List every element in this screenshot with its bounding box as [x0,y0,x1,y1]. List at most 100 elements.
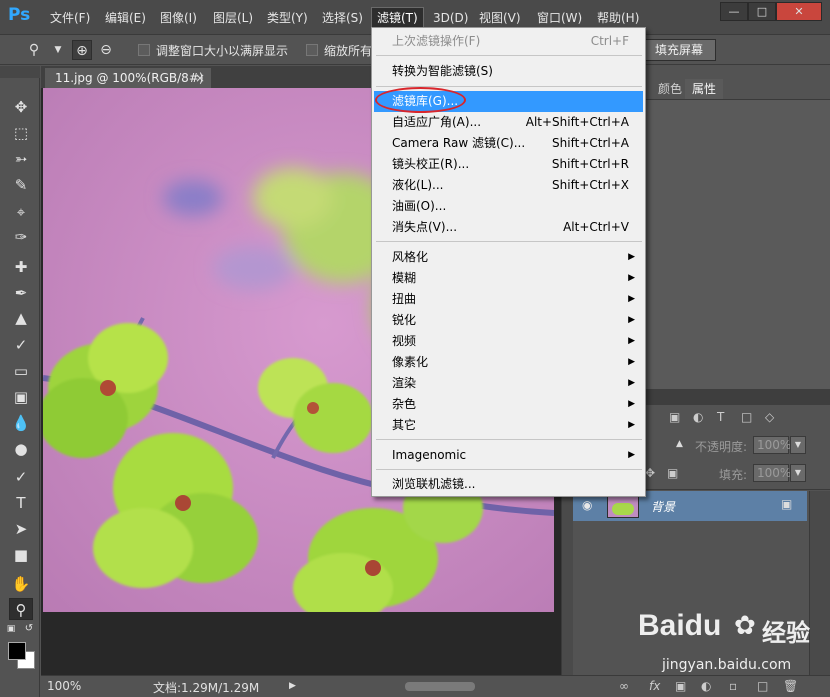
pen-tool-icon[interactable]: ✓ [9,466,33,488]
dodge-tool-icon[interactable]: ● [9,438,33,460]
layer-name[interactable]: 背景 [651,498,675,515]
path-select-tool-icon[interactable]: ➤ [9,518,33,540]
type-filter-icon[interactable]: T [717,410,724,424]
menu-item-adaptive-wide-angle[interactable]: 自适应广角(A)... Alt+Shift+Ctrl+A [374,112,643,133]
menu-3d[interactable]: 3D(D) [428,8,473,28]
lasso-tool-icon[interactable]: ➳ [9,148,33,170]
eyedropper-tool-icon[interactable]: ✑ [9,226,33,248]
tab-properties[interactable]: 属性 [685,79,724,99]
menu-item-pixelate[interactable]: 像素化 ▶ [374,352,643,373]
toolbox: ✥ ⬚ ➳ ✎ ⌖ ✑ ✚ ✒ ▲ ✓ ▭ ▣ 💧 ● ✓ T ➤ ■ ✋ ⚲ … [0,66,40,697]
clone-stamp-tool-icon[interactable]: ▲ [9,307,33,329]
menu-item-imagenomic[interactable]: Imagenomic ▶ [374,445,643,466]
image-filter-icon[interactable]: ▣ [669,410,680,424]
toolbox-handle[interactable] [0,66,40,78]
menu-type[interactable]: 类型(Y) [262,8,313,28]
lock-icon: ▣ [781,497,793,511]
baidu-jingyan-watermark: Baidu ✿ 经验 jingyan.baidu.com [610,605,825,691]
eraser-tool-icon[interactable]: ▭ [9,360,33,382]
menu-window[interactable]: 窗口(W) [532,8,587,28]
foreground-color-swatch[interactable] [8,642,26,660]
quick-select-tool-icon[interactable]: ✎ [9,174,33,196]
fill-input[interactable]: 100% [753,464,791,482]
minimize-button[interactable]: — [720,2,748,21]
smart-object-filter-icon[interactable]: ◇ [765,410,774,424]
maximize-button[interactable]: □ [748,2,776,21]
submenu-arrow-icon: ▶ [628,420,635,430]
tab-color[interactable]: 颜色 [651,79,689,99]
menu-image[interactable]: 图像(I) [155,8,202,28]
submenu-arrow-icon: ▶ [628,378,635,388]
brush-tool-icon[interactable]: ✒ [9,282,33,304]
close-button[interactable]: ✕ [776,2,822,21]
gradient-tool-icon[interactable]: ▣ [9,386,33,408]
healing-brush-tool-icon[interactable]: ✚ [9,256,33,278]
menu-filter[interactable]: 滤镜(T) [371,7,424,27]
menu-item-video[interactable]: 视频 ▶ [374,331,643,352]
menu-item-noise[interactable]: 杂色 ▶ [374,394,643,415]
crop-tool-icon[interactable]: ⌖ [9,201,33,223]
fill-screen-button[interactable]: 填充屏幕 [642,39,716,61]
zoom-out-icon[interactable]: ⊖ [96,40,116,60]
eye-visibility-icon[interactable]: ◉ [582,498,592,512]
shape-tool-icon[interactable]: ■ [9,544,33,566]
blur-tool-icon[interactable]: 💧 [9,412,33,434]
status-bar: 100% 文档:1.29M/1.29M ▶ [41,675,573,697]
menu-item-oil-paint[interactable]: 油画(O)... [374,196,643,217]
blend-mode-chevron-icon[interactable]: ▲ [676,439,683,449]
document-tab-title: 11.jpg @ 100%(RGB/8#) [55,71,204,85]
menu-select[interactable]: 选择(S) [317,8,368,28]
hand-tool-icon[interactable]: ✋ [9,573,33,595]
zoom-tool-icon[interactable]: ⚲ [9,598,33,620]
opacity-dropdown-icon[interactable]: ▼ [790,436,806,454]
menu-item-blur[interactable]: 模糊 ▶ [374,268,643,289]
menu-item-stylize[interactable]: 风格化 ▶ [374,247,643,268]
marquee-tool-icon[interactable]: ⬚ [9,122,33,144]
menu-item-camera-raw[interactable]: Camera Raw 滤镜(C)... Shift+Ctrl+A [374,133,643,154]
adjustment-filter-icon[interactable]: ◐ [693,410,703,424]
menu-item-filter-gallery[interactable]: 滤镜库(G)... [374,91,643,112]
menu-edit[interactable]: 编辑(E) [100,8,151,28]
opacity-input[interactable]: 100% [753,436,791,454]
menu-layer[interactable]: 图层(L) [208,8,258,28]
opacity-label: 不透明度: [695,440,748,454]
zoom-all-checkbox[interactable] [306,44,318,56]
menu-view[interactable]: 视图(V) [474,8,526,28]
zoom-level[interactable]: 100% [47,679,81,693]
menu-item-liquify[interactable]: 液化(L)... Shift+Ctrl+X [374,175,643,196]
menu-item-browse-filters-online[interactable]: 浏览联机滤镜... [374,474,643,495]
menu-item-convert-smart-filter[interactable]: 转换为智能滤镜(S) [374,61,643,82]
zoom-all-label: 缩放所有 [324,44,373,58]
default-colors-icon[interactable]: ▣ [4,622,18,636]
swap-colors-icon[interactable]: ↺ [22,622,36,636]
fill-dropdown-icon[interactable]: ▼ [790,464,806,482]
move-tool-icon[interactable]: ✥ [9,96,33,118]
menu-item-distort[interactable]: 扭曲 ▶ [374,289,643,310]
chevron-down-icon[interactable]: ▼ [48,40,68,60]
menu-item-other[interactable]: 其它 ▶ [374,415,643,436]
zoom-in-icon[interactable]: ⊕ [72,40,92,60]
status-menu-arrow-icon[interactable]: ▶ [289,681,296,691]
menu-file[interactable]: 文件(F) [45,8,95,28]
menu-item-render[interactable]: 渲染 ▶ [374,373,643,394]
shape-filter-icon[interactable]: □ [741,410,752,424]
photoshop-logo: Ps [8,5,31,25]
lock-position-icon[interactable]: ✥ [645,466,655,480]
menu-help[interactable]: 帮助(H) [592,8,644,28]
menu-item-sharpen[interactable]: 锐化 ▶ [374,310,643,331]
menu-item-lens-correction[interactable]: 镜头校正(R)... Shift+Ctrl+R [374,154,643,175]
watermark-url: jingyan.baidu.com [662,657,792,673]
menu-item-last-filter[interactable]: 上次滤镜操作(F) Ctrl+F [374,31,643,52]
submenu-arrow-icon: ▶ [628,294,635,304]
document-tab[interactable]: 11.jpg @ 100%(RGB/8#) × [45,68,211,88]
type-tool-icon[interactable]: T [9,492,33,514]
lock-all-icon[interactable]: ▣ [667,466,678,480]
zoom-tool-preset-icon[interactable]: ⚲ [24,40,44,60]
menu-item-vanishing-point[interactable]: 消失点(V)... Alt+Ctrl+V [374,217,643,238]
submenu-arrow-icon: ▶ [628,252,635,262]
close-tab-icon[interactable]: × [195,68,205,88]
submenu-arrow-icon: ▶ [628,315,635,325]
history-brush-tool-icon[interactable]: ✓ [9,334,33,356]
horizontal-scrollbar-thumb[interactable] [405,682,475,691]
resize-windows-checkbox[interactable] [138,44,150,56]
